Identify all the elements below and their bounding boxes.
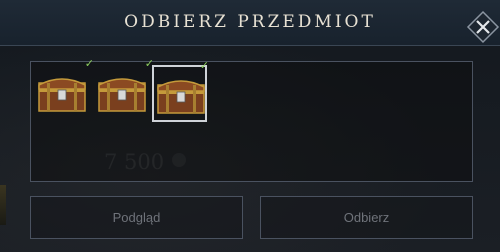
claim-button[interactable]: Odbierz: [260, 196, 473, 239]
dialog-title: ODBIERZ PRZEDMIOT: [124, 12, 376, 32]
items-panel: ✓ ✓ ✓: [30, 57, 473, 182]
treasure-chest-icon: [38, 78, 86, 112]
claim-item-dialog: ODBIERZ PRZEDMIOT 7 500 ✓ ✓ ✓ Podgląd Od…: [0, 0, 500, 252]
treasure-chest-icon: [157, 80, 205, 114]
item-slot-2[interactable]: ✓: [95, 57, 154, 122]
item-slot-3[interactable]: ✓: [152, 59, 209, 122]
check-icon: ✓: [199, 59, 209, 72]
preview-button[interactable]: Podgląd: [30, 196, 243, 239]
treasure-chest-icon: [98, 78, 146, 112]
item-slot-1[interactable]: ✓: [35, 57, 94, 122]
close-x-icon: [466, 10, 500, 44]
check-icon: ✓: [84, 57, 94, 70]
dialog-header: ODBIERZ PRZEDMIOT: [0, 0, 500, 46]
background-decoration: [0, 185, 6, 225]
close-button[interactable]: [466, 10, 500, 44]
